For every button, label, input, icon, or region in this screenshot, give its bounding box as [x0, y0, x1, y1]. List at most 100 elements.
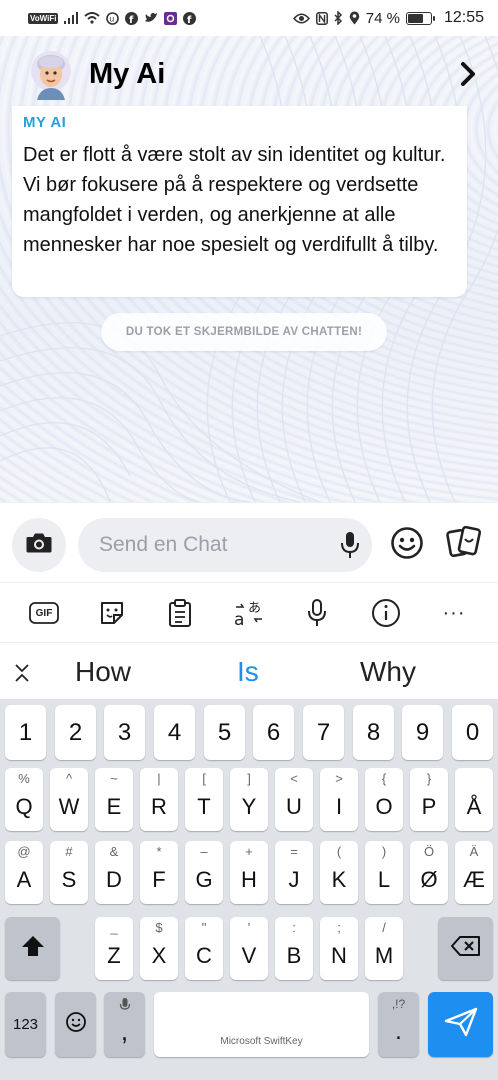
space-label: Microsoft SwiftKey — [220, 1036, 303, 1047]
signal-icon — [64, 12, 79, 24]
battery-icon — [405, 11, 435, 25]
chevron-right-icon[interactable] — [455, 58, 483, 90]
svg-text:u: u — [110, 14, 115, 23]
more-options-button[interactable]: ··· — [438, 597, 470, 629]
vowifi-indicator: VoWiFi — [28, 12, 59, 24]
key-7[interactable]: 7 — [303, 705, 344, 760]
voice-input-icon[interactable] — [301, 597, 333, 629]
key-i[interactable]: > I — [320, 768, 358, 831]
mic-small-icon — [119, 997, 131, 1018]
key-d[interactable]: & D — [95, 841, 133, 904]
camera-icon — [25, 531, 53, 560]
key-t[interactable]: [T — [185, 768, 223, 831]
clock: 12:55 — [443, 9, 484, 26]
twitter-icon — [144, 12, 158, 24]
info-icon[interactable] — [370, 597, 402, 629]
app-notification-icon — [164, 11, 178, 25]
sticker-icon[interactable] — [96, 597, 128, 629]
numbers-key[interactable]: 123 — [5, 992, 46, 1057]
key-c[interactable]: " C — [185, 917, 223, 980]
key-j[interactable]: = J — [275, 841, 313, 904]
key-y[interactable]: ] Y — [230, 768, 268, 831]
chat-input[interactable]: Send en Chat — [78, 518, 372, 572]
message-sender: MY AI — [23, 114, 67, 131]
suggestion-1[interactable]: How — [75, 656, 131, 688]
message-text[interactable]: Det er flott å være stolt av sin identit… — [23, 140, 463, 260]
nfc-icon — [315, 11, 328, 25]
key-8[interactable]: 8 — [353, 705, 394, 760]
period-key[interactable]: ,!? . — [378, 992, 419, 1057]
gif-label: GIF — [35, 607, 53, 619]
key-b[interactable]: :B — [275, 917, 313, 980]
key-5[interactable]: 5 — [204, 705, 245, 760]
key-k[interactable]: (K — [320, 841, 358, 904]
key-r[interactable]: | R — [140, 768, 178, 831]
emoji-icon[interactable] — [390, 526, 424, 565]
space-key[interactable]: Microsoft SwiftKey — [154, 992, 369, 1057]
key-m[interactable]: / M — [365, 917, 403, 980]
key-p[interactable]: } P — [410, 768, 448, 831]
svg-text:あ: あ — [248, 601, 261, 616]
emoji-key[interactable] — [55, 992, 96, 1057]
key-v[interactable]: ' V — [230, 917, 268, 980]
key-4[interactable]: 4 — [154, 705, 195, 760]
gif-button[interactable]: GIF — [28, 597, 60, 629]
stickers-cards-icon[interactable] — [446, 525, 482, 564]
svg-text:f: f — [129, 15, 134, 25]
key-n[interactable]: ; N — [320, 917, 358, 980]
more-icon: ··· — [442, 601, 466, 624]
key-l[interactable]: ) L — [365, 841, 403, 904]
key-o[interactable]: {O — [365, 768, 403, 831]
suggestion-bar: How Is Why — [0, 642, 498, 699]
send-key[interactable] — [428, 992, 493, 1057]
shift-icon — [20, 934, 46, 963]
key-6[interactable]: 6 — [253, 705, 294, 760]
chat-header: My Ai — [0, 44, 498, 106]
status-bar: VoWiFi u f f 74 % 12:55 — [0, 0, 498, 36]
comma-key[interactable]: , — [104, 992, 145, 1057]
send-icon — [444, 1007, 478, 1042]
collapse-icon[interactable] — [14, 663, 30, 688]
key-2[interactable]: 2 — [55, 705, 96, 760]
key-a[interactable]: @ A — [5, 841, 43, 904]
key-g[interactable]: – G — [185, 841, 223, 904]
avatar[interactable] — [28, 50, 74, 100]
key-h[interactable]: + H — [230, 841, 268, 904]
key-3[interactable]: 3 — [104, 705, 145, 760]
backspace-icon — [450, 936, 481, 961]
smiley-icon — [65, 1011, 87, 1038]
suggestion-2[interactable]: Is — [237, 656, 259, 688]
key-q[interactable]: % Q — [5, 768, 43, 831]
key-x[interactable]: $ X — [140, 917, 178, 980]
key-f[interactable]: * F — [140, 841, 178, 904]
key-9[interactable]: 9 — [402, 705, 443, 760]
svg-text:f: f — [187, 15, 192, 25]
backspace-key[interactable] — [438, 917, 493, 980]
facebook-icon: f — [125, 11, 139, 25]
keyboard-toolbar: GIF aあ ··· — [0, 582, 498, 642]
key-aring[interactable]: Å — [455, 768, 493, 831]
key-1[interactable]: 1 — [5, 705, 46, 760]
translate-icon[interactable]: aあ — [233, 597, 265, 629]
svg-text:a: a — [234, 610, 244, 628]
key-u[interactable]: < U — [275, 768, 313, 831]
keyboard: 1 2 3 4 5 6 7 8 9 0 % Q ^ W ~ E | R [T ] Y < U… — [0, 699, 498, 1080]
key-s[interactable]: # S — [50, 841, 88, 904]
key-z[interactable]: _ Z — [95, 917, 133, 980]
camera-button[interactable] — [12, 518, 66, 572]
location-icon — [349, 11, 360, 25]
key-ae[interactable]: ÄÆ — [455, 841, 493, 904]
bluetooth-icon — [334, 11, 343, 25]
suggestion-3[interactable]: Why — [360, 656, 416, 688]
key-0[interactable]: 0 — [452, 705, 493, 760]
clipboard-icon[interactable] — [164, 597, 196, 629]
facebook-icon-2: f — [183, 11, 197, 25]
key-e[interactable]: ~ E — [95, 768, 133, 831]
microphone-icon[interactable] — [339, 531, 361, 564]
key-w[interactable]: ^ W — [50, 768, 88, 831]
shift-key[interactable] — [5, 917, 60, 980]
chat-title[interactable]: My Ai — [89, 58, 165, 91]
wifi-icon — [84, 12, 101, 24]
key-oslash[interactable]: ÖØ — [410, 841, 448, 904]
eye-icon — [292, 13, 310, 24]
